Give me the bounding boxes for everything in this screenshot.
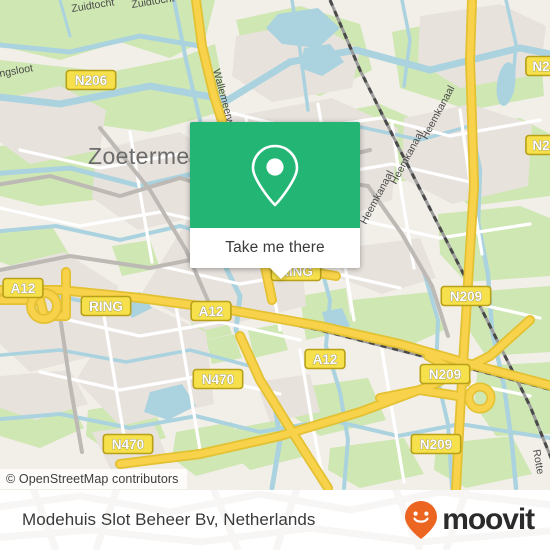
- road-shield: N206: [65, 69, 117, 91]
- road-shield: N209: [419, 363, 471, 385]
- road-shield-label: N209: [450, 289, 482, 304]
- road-shield: N470: [192, 368, 244, 390]
- road-shield-label: A12: [199, 304, 224, 319]
- road-shield: RING: [80, 295, 132, 317]
- road-shield: N2: [525, 134, 550, 156]
- road-shield: A12: [2, 277, 44, 299]
- road-shield: N470: [102, 433, 154, 455]
- card-pointer-tail: [270, 268, 292, 279]
- map-pin-icon: [251, 144, 299, 207]
- destination-card[interactable]: Take me there: [190, 122, 360, 279]
- place-title: Modehuis Slot Beheer Bv, Netherlands: [22, 510, 316, 529]
- road-shield-label: N470: [112, 437, 144, 452]
- take-me-there-label: Take me there: [225, 239, 325, 256]
- road-shield-label: RING: [89, 299, 123, 314]
- road-shield: N2: [525, 55, 550, 77]
- card-action-area[interactable]: Take me there: [190, 228, 360, 279]
- moovit-logo[interactable]: moovit: [404, 500, 535, 540]
- road-shield-label: N209: [420, 437, 452, 452]
- road-shield: N209: [440, 285, 492, 307]
- road-shield-label: A12: [313, 352, 338, 367]
- moovit-wordmark: moovit: [442, 503, 535, 536]
- moovit-pin-icon: [405, 501, 438, 539]
- road-shield: N209: [410, 433, 462, 455]
- road-shield-label: A12: [11, 281, 36, 296]
- road-shield-label: N206: [75, 73, 108, 88]
- osm-attribution[interactable]: © OpenStreetMap contributors: [0, 469, 187, 489]
- moovit-map-screenshot: Zoetermeer Zuidtocht Zuidtocht ngsloot Wall…: [0, 0, 550, 550]
- road-shield: A12: [304, 348, 346, 370]
- road-shield-label: N2: [532, 138, 549, 153]
- card-icon-area: [190, 122, 360, 228]
- road-shield-label: N470: [202, 372, 234, 387]
- road-shield-label: N209: [429, 367, 461, 382]
- footer-bar: Modehuis Slot Beheer Bv, Netherlands moo…: [0, 490, 550, 550]
- road-shield: A12: [190, 300, 232, 322]
- road-shield-label: N2: [532, 59, 549, 74]
